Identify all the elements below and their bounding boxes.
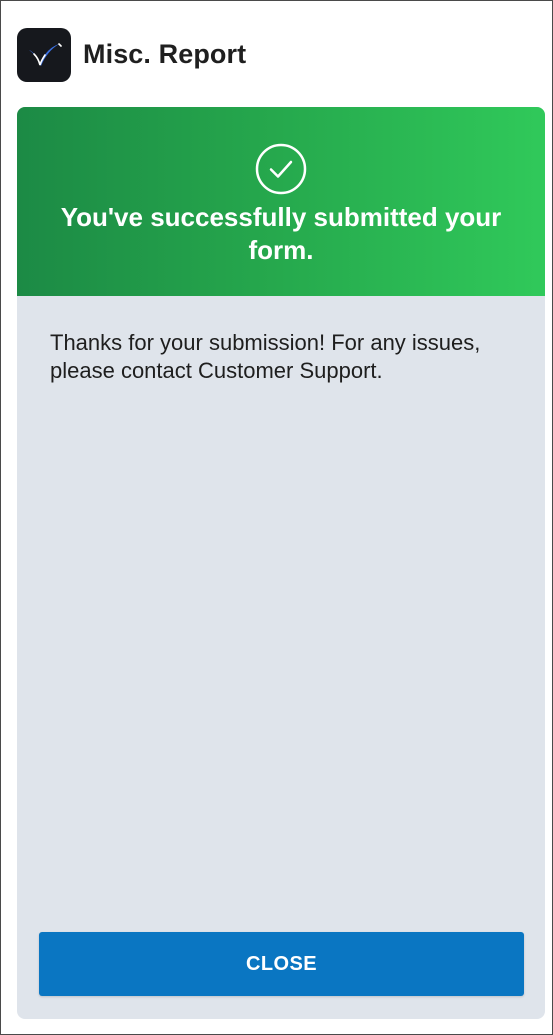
close-button[interactable]: CLOSE xyxy=(39,932,524,996)
app-title: Misc. Report xyxy=(83,39,247,69)
confirmation-text: Thanks for your submission! For any issu… xyxy=(50,330,481,383)
checkmark-swoosh-logo-icon xyxy=(29,43,62,66)
success-message: You've successfully submitted your form. xyxy=(60,202,502,265)
success-banner: You've successfully submitted your form. xyxy=(17,107,545,296)
confirmation-card: You've successfully submitted your form.… xyxy=(17,107,545,1019)
app-window: Misc. Report You've successfully submitt… xyxy=(0,0,553,1035)
check-circle-icon xyxy=(255,143,307,195)
app-logo xyxy=(17,28,71,82)
app-header: Misc. Report xyxy=(1,1,552,107)
